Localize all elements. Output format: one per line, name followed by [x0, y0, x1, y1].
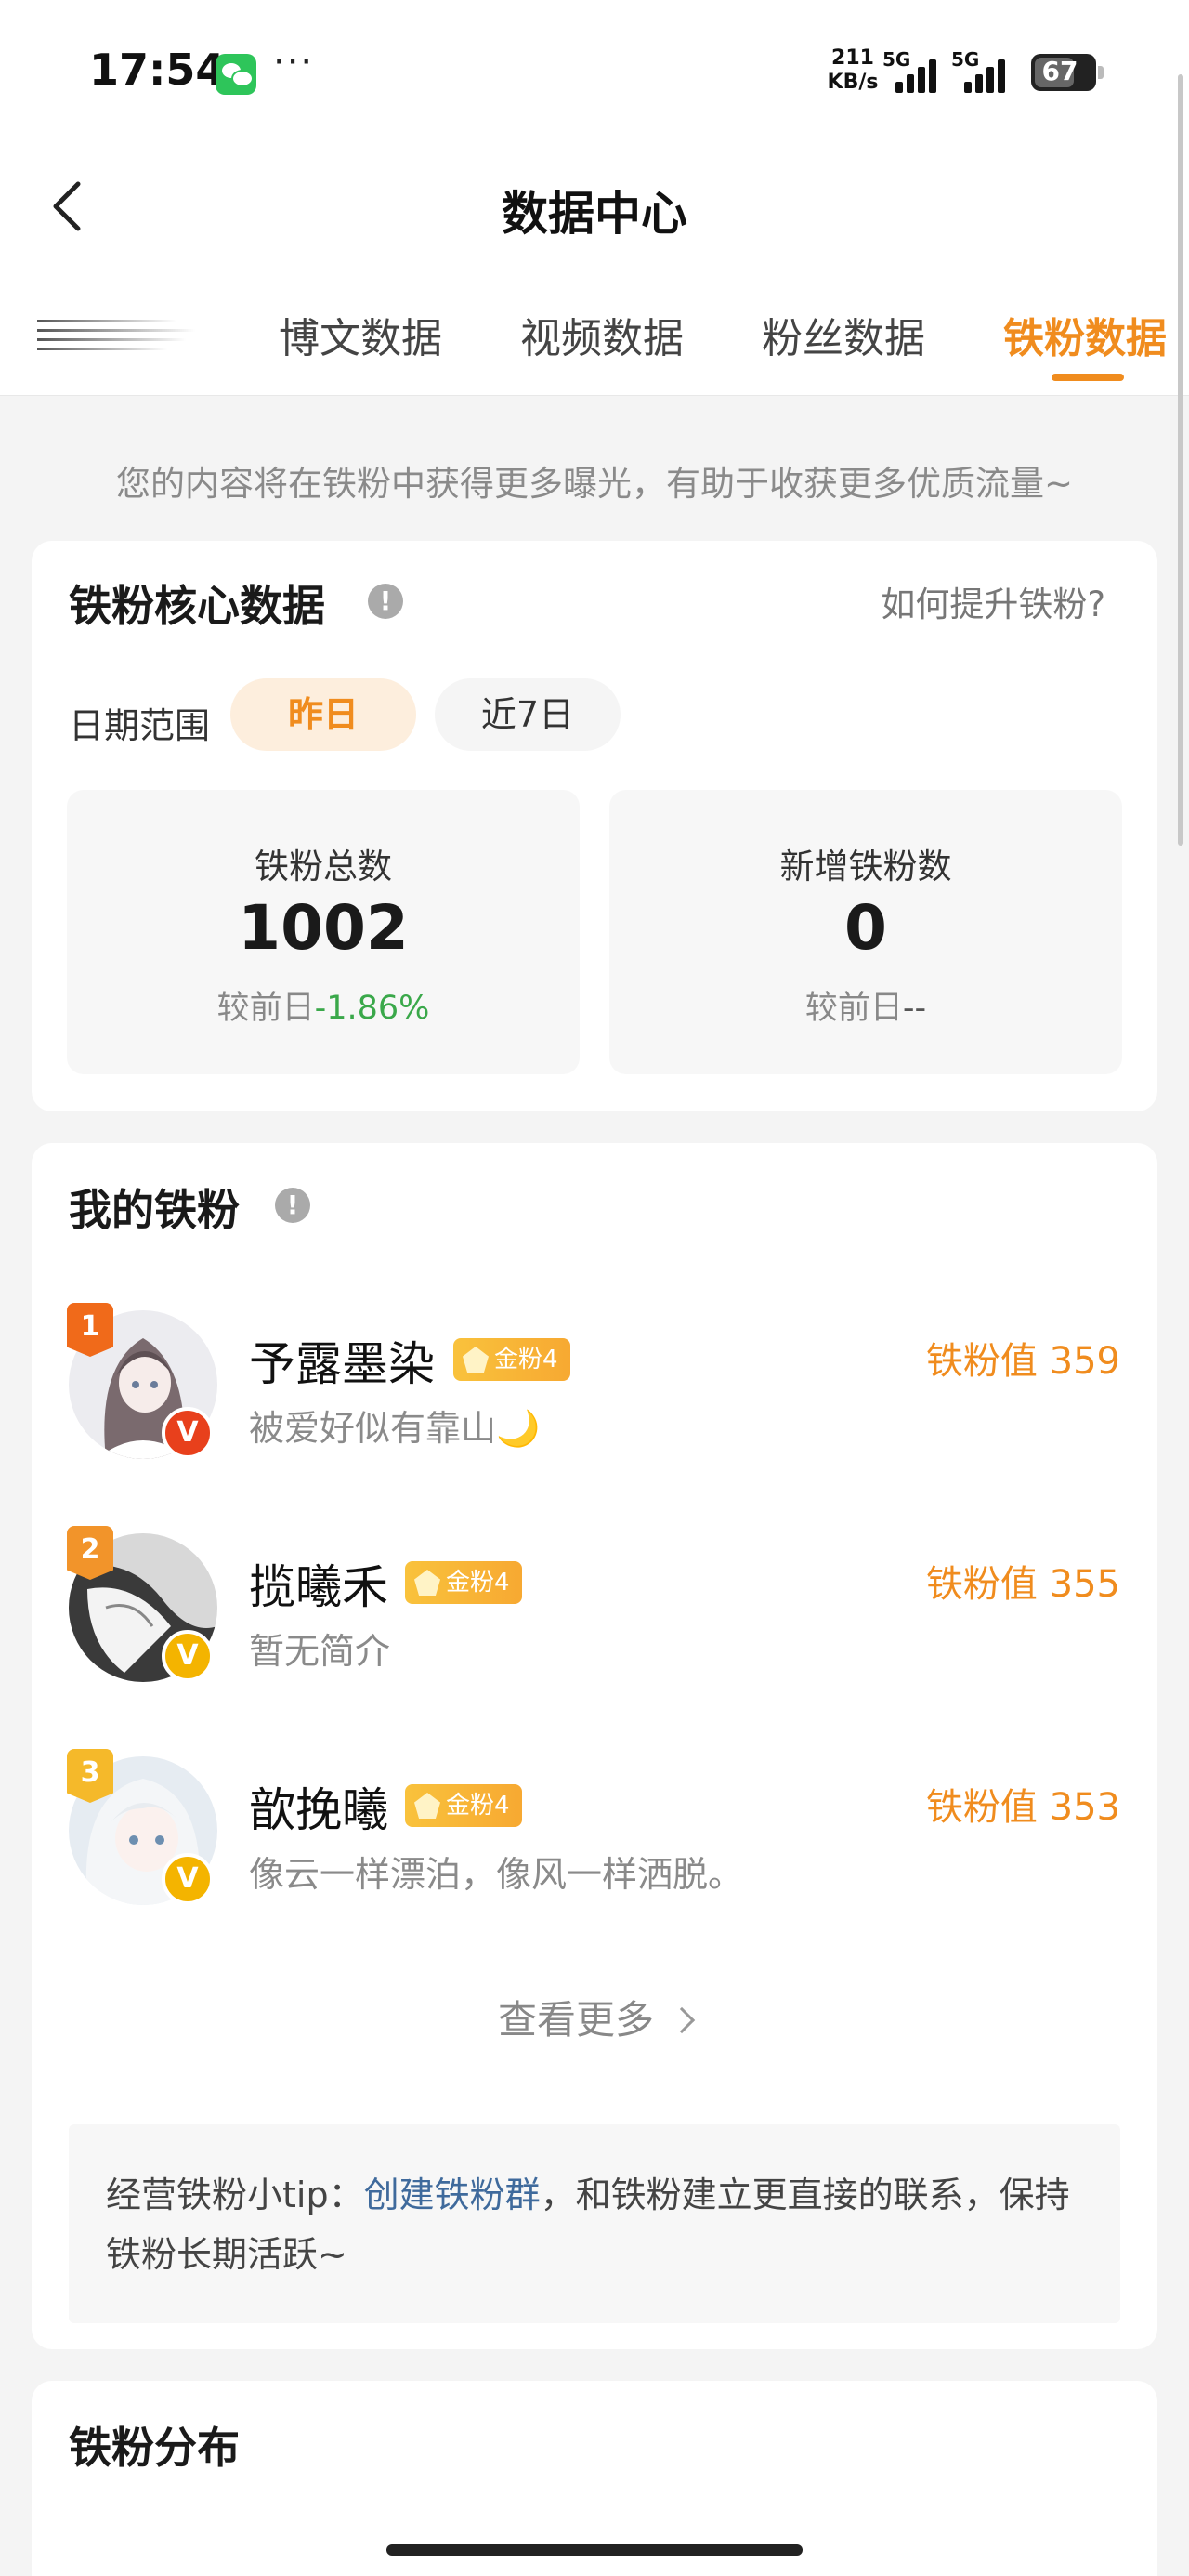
battery-icon: 67 [1031, 54, 1104, 91]
total-iron-fans-stat: 铁粉总数 1002 较前日-1.86% [67, 790, 580, 1074]
my-iron-fans-card: 我的铁粉 ! 1 V 予露墨染 金粉4 被爱好似有靠山🌙 铁粉值 359 2 V… [32, 1143, 1157, 2349]
info-icon[interactable]: ! [368, 584, 403, 619]
fan-list-item[interactable]: 2 V 揽曦禾 金粉4 暂无简介 铁粉值 355 [32, 1526, 1157, 1691]
tab-bar: 博文数据 视频数据 粉丝数据 铁粉数据 [0, 279, 1189, 396]
range-7days-button[interactable]: 近7日 [435, 678, 621, 751]
see-more-button[interactable]: 查看更多 [32, 1989, 1157, 2045]
my-iron-fans-title: 我的铁粉 [69, 1185, 240, 1235]
tab-video-data[interactable]: 视频数据 [520, 305, 684, 364]
iron-fan-score: 铁粉值 353 [925, 1786, 1120, 1829]
tip-prefix: 经营铁粉小tip： [106, 2175, 364, 2215]
nav-bar: 数据中心 [0, 139, 1189, 279]
how-to-improve-link[interactable]: 如何提升铁粉? [881, 576, 1105, 626]
active-tab-indicator [1052, 374, 1124, 381]
fan-name[interactable]: 予露墨染 [249, 1327, 435, 1394]
network-speed: 211 KB/s [825, 46, 881, 95]
fan-list-item[interactable]: 1 V 予露墨染 金粉4 被爱好似有靠山🌙 铁粉值 359 [32, 1303, 1157, 1468]
page-title: 数据中心 [502, 187, 687, 241]
rank-badge: 1 [67, 1303, 113, 1357]
battery-value: 67 [1041, 56, 1078, 86]
fan-name[interactable]: 歆挽曦 [249, 1773, 388, 1840]
core-data-title: 铁粉核心数据 [69, 581, 325, 631]
stat-value: 1002 [238, 892, 409, 964]
fan-bio: 被爱好似有靠山🌙 [249, 1408, 541, 1449]
more-notifications-icon: ··· [273, 41, 315, 84]
signal-icon: 5G [882, 48, 946, 93]
tab-fans-data[interactable]: 粉丝数据 [762, 305, 925, 364]
chevron-right-icon [668, 2006, 696, 2034]
gold-fan-level-tag: 金粉4 [405, 1784, 522, 1827]
range-yesterday-button[interactable]: 昨日 [230, 678, 416, 751]
date-range-label: 日期范围 [69, 705, 211, 746]
fan-list-item[interactable]: 3 V 歆挽曦 金粉4 像云一样漂泊，像风一样洒脱。 铁粉值 353 [32, 1749, 1157, 1914]
create-fan-group-link[interactable]: 创建铁粉群 [364, 2175, 541, 2215]
network-speed-value: 211 [831, 46, 874, 70]
tab-iron-fans-data[interactable]: 铁粉数据 [1003, 305, 1167, 364]
compare-prefix: 较前日 [804, 990, 903, 1027]
status-bar: 17:54 ··· 211 KB/s 5G 5G 67 [0, 0, 1189, 139]
tab-overview-faded[interactable] [37, 314, 204, 355]
signal-label: 5G [882, 48, 911, 71]
rank-badge: 2 [67, 1526, 113, 1580]
stat-label: 铁粉总数 [255, 847, 392, 887]
iron-fan-score: 铁粉值 355 [925, 1563, 1120, 1606]
stat-value: 0 [844, 892, 887, 964]
gold-fan-level-tag: 金粉4 [405, 1561, 522, 1604]
fan-management-tip: 经营铁粉小tip：创建铁粉群，和铁粉建立更直接的联系，保持铁粉长期活跃~ [69, 2124, 1120, 2323]
verified-icon: V [162, 1853, 214, 1905]
compare-value: -1.86% [314, 990, 430, 1027]
verified-icon: V [162, 1630, 214, 1682]
network-speed-unit: KB/s [827, 71, 879, 94]
fan-bio: 暂无简介 [249, 1631, 391, 1672]
fan-distribution-title: 铁粉分布 [69, 2423, 240, 2473]
stat-compare: 较前日-1.86% [67, 981, 580, 1029]
stat-label: 新增铁粉数 [779, 847, 952, 887]
signal-icon: 5G [951, 48, 1014, 93]
wechat-icon [216, 54, 256, 95]
info-icon[interactable]: ! [275, 1188, 310, 1223]
compare-value: -- [902, 990, 927, 1027]
home-indicator[interactable] [386, 2544, 803, 2556]
rank-badge: 3 [67, 1749, 113, 1803]
signal-label: 5G [951, 48, 980, 71]
compare-prefix: 较前日 [216, 990, 315, 1027]
tab-blog-data[interactable]: 博文数据 [279, 305, 442, 364]
core-data-card: 铁粉核心数据 ! 如何提升铁粉? 日期范围 昨日 近7日 铁粉总数 1002 较… [32, 541, 1157, 1111]
gold-fan-level-tag: 金粉4 [453, 1338, 570, 1381]
see-more-label: 查看更多 [497, 1997, 654, 2043]
fan-name[interactable]: 揽曦禾 [249, 1550, 388, 1617]
fan-bio: 像云一样漂泊，像风一样洒脱。 [249, 1854, 744, 1895]
verified-icon: V [162, 1407, 214, 1459]
stat-compare: 较前日-- [609, 981, 1122, 1029]
iron-fan-score: 铁粉值 359 [925, 1340, 1120, 1383]
new-iron-fans-stat: 新增铁粉数 0 较前日-- [609, 790, 1122, 1074]
exposure-note: 您的内容将在铁粉中获得更多曝光，有助于收获更多优质流量~ [115, 464, 1073, 504]
status-time: 17:54 [89, 45, 226, 95]
